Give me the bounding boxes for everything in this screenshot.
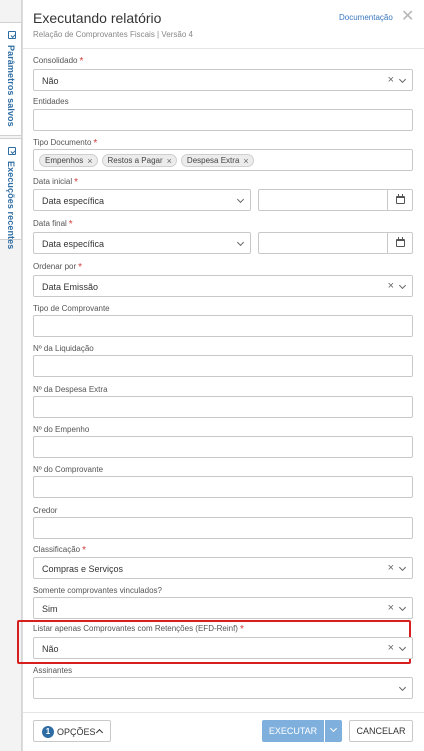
chip-empenhos: Empenhos × — [39, 154, 98, 167]
assinantes-select[interactable] — [33, 677, 413, 699]
calendar-icon[interactable] — [387, 233, 412, 253]
data-inicial-label: Data inicial * — [33, 177, 79, 188]
required-mark: * — [93, 138, 98, 149]
chip-restos-a-pagar: Restos a Pagar × — [101, 154, 177, 167]
required-mark: * — [74, 177, 79, 188]
chevron-down-icon[interactable] — [398, 75, 407, 84]
chip-remove-icon[interactable]: × — [87, 156, 92, 166]
chevron-down-icon — [329, 724, 338, 733]
data-final-label: Data final * — [33, 219, 73, 230]
listar-retencoes-select[interactable]: Não × — [33, 637, 413, 659]
chip-remove-icon[interactable]: × — [243, 156, 248, 166]
saved-params-tab[interactable]: Parâmetros salvos — [0, 22, 22, 136]
execute-dropdown-button[interactable] — [325, 720, 342, 742]
close-icon[interactable]: ✕ — [401, 9, 414, 25]
classificacao-value: Compras e Serviços — [42, 564, 124, 574]
classificacao-select[interactable]: Compras e Serviços × — [33, 557, 413, 579]
ordenar-por-select[interactable]: Data Emissão × — [33, 275, 413, 297]
header-divider — [23, 48, 424, 49]
required-mark: * — [82, 545, 87, 556]
data-inicial-value: Data específica — [42, 196, 105, 206]
consolidado-select[interactable]: Não × — [33, 69, 413, 91]
chevron-down-icon[interactable] — [236, 238, 245, 247]
clear-icon[interactable]: × — [388, 642, 394, 654]
entidades-label: Entidades — [33, 97, 69, 106]
documentation-link[interactable]: Documentação — [339, 13, 393, 22]
execute-button[interactable]: EXECUTAR — [262, 720, 324, 742]
classificacao-label: Classificação * — [33, 545, 87, 556]
n-liquidacao-label: Nº da Liquidação — [33, 344, 94, 353]
entidades-input[interactable] — [33, 109, 413, 131]
modal-subtitle: Relação de Comprovantes Fiscais | Versão… — [33, 30, 193, 39]
clear-icon[interactable]: × — [388, 74, 394, 86]
n-empenho-input[interactable] — [33, 436, 413, 458]
n-despesa-extra-input[interactable] — [33, 396, 413, 418]
consolidado-label: Consolidado * — [33, 56, 84, 67]
chevron-down-icon[interactable] — [398, 603, 407, 612]
chip-remove-icon[interactable]: × — [167, 156, 172, 166]
assinantes-label: Assinantes — [33, 666, 73, 675]
n-despesa-extra-label: Nº da Despesa Extra — [33, 385, 108, 394]
n-comprovante-input[interactable] — [33, 476, 413, 498]
tipo-comprovante-label: Tipo de Comprovante — [33, 304, 110, 313]
somente-vinculados-value: Sim — [42, 604, 58, 614]
somente-vinculados-label: Somente comprovantes vinculados? — [33, 586, 162, 595]
calendar-icon[interactable] — [387, 190, 412, 210]
chevron-down-icon[interactable] — [398, 563, 407, 572]
data-final-date-input[interactable] — [258, 232, 413, 254]
chip-despesa-extra: Despesa Extra × — [180, 154, 254, 167]
clear-icon[interactable]: × — [388, 602, 394, 614]
data-inicial-date-input[interactable] — [258, 189, 413, 211]
footer-divider — [23, 712, 424, 713]
listar-retencoes-value: Não — [42, 644, 59, 654]
ordenar-por-value: Data Emissão — [42, 282, 99, 292]
recent-runs-tab[interactable]: Execuções recentes — [0, 138, 22, 249]
options-label: OPÇÕES — [57, 727, 96, 737]
report-modal: Executando relatório Relação de Comprova… — [17, 0, 424, 751]
data-inicial-select[interactable]: Data específica — [33, 189, 251, 211]
data-final-value: Data específica — [42, 239, 105, 249]
somente-vinculados-select[interactable]: Sim × — [33, 597, 413, 619]
saved-params-label: Parâmetros salvos — [6, 45, 16, 127]
chevron-down-icon[interactable] — [398, 643, 407, 652]
chevron-up-icon — [95, 728, 104, 737]
required-mark: * — [79, 56, 84, 67]
chevron-down-icon[interactable] — [398, 683, 407, 692]
n-liquidacao-input[interactable] — [33, 355, 413, 377]
options-count-badge: 1 — [42, 726, 54, 738]
required-mark: * — [68, 219, 73, 230]
expand-icon — [8, 147, 16, 155]
modal-title: Executando relatório — [33, 10, 162, 26]
options-button[interactable]: 1 OPÇÕES — [33, 720, 111, 742]
clear-icon[interactable]: × — [388, 562, 394, 574]
tipo-documento-multiselect[interactable]: Empenhos × Restos a Pagar × Despesa Extra × — [33, 149, 413, 171]
n-comprovante-label: Nº do Comprovante — [33, 465, 104, 474]
required-mark: * — [239, 624, 244, 635]
chevron-down-icon[interactable] — [236, 195, 245, 204]
credor-label: Credor — [33, 506, 58, 515]
clear-icon[interactable]: × — [388, 280, 394, 292]
chevron-down-icon[interactable] — [398, 281, 407, 290]
consolidado-value: Não — [42, 76, 59, 86]
ordenar-por-label: Ordenar por * — [33, 262, 83, 273]
recent-runs-label: Execuções recentes — [6, 161, 16, 250]
cancel-button[interactable]: CANCELAR — [349, 720, 413, 742]
listar-retencoes-label: Listar apenas Comprovantes com Retenções… — [33, 624, 244, 635]
required-mark: * — [78, 262, 83, 273]
expand-icon — [8, 31, 16, 39]
data-final-select[interactable]: Data específica — [33, 232, 251, 254]
credor-input[interactable] — [33, 517, 413, 539]
tipo-comprovante-input[interactable] — [33, 315, 413, 337]
n-empenho-label: Nº do Empenho — [33, 425, 90, 434]
tipo-documento-label: Tipo Documento * — [33, 138, 98, 149]
